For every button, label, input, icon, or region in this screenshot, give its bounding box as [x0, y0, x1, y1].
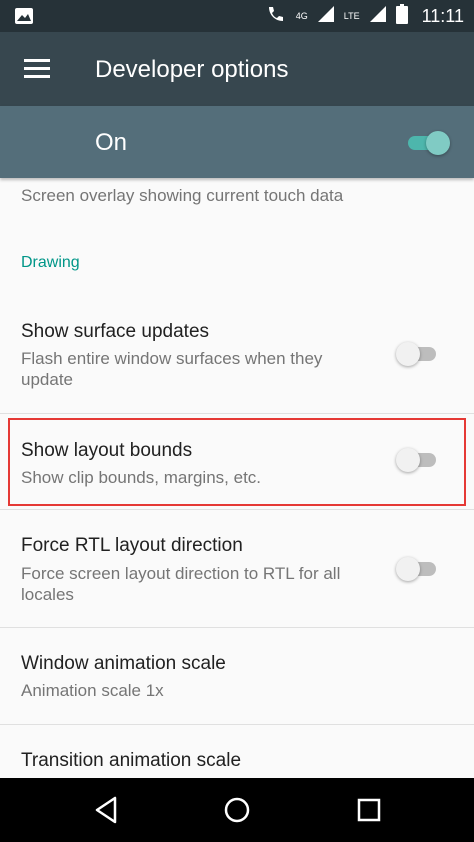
list-item-title: Force RTL layout direction [21, 535, 243, 556]
image-icon [14, 7, 34, 30]
list-item-title: Window animation scale [21, 653, 226, 674]
status-bar: 4G LTE 11:11 [0, 0, 474, 32]
section-header-drawing: Drawing [21, 254, 80, 271]
toggle-switch[interactable] [396, 448, 440, 472]
master-switch-label: On [95, 129, 128, 156]
toolbar: Developer options [0, 32, 474, 106]
hamburger-menu-icon[interactable] [24, 59, 50, 79]
signal-icon [316, 4, 336, 29]
recents-icon[interactable] [353, 794, 385, 826]
list-item-summary: Flash entire window surfaces when they u… [21, 349, 323, 389]
list-item-show-surface-updates[interactable]: Show surface updates Flash entire window… [0, 298, 474, 414]
list-item-title: Show layout bounds [21, 440, 193, 461]
status-icons: 4G LTE 11:11 [266, 0, 464, 32]
clock: 11:11 [421, 5, 464, 26]
switch-thumb [396, 448, 420, 472]
list-item-window-animation-scale[interactable]: Window animation scale Animation scale 1… [0, 628, 474, 725]
toggle-switch[interactable] [396, 557, 440, 581]
list-item-title: Transition animation scale [21, 750, 242, 771]
list-item-summary: Screen overlay showing current touch dat… [21, 186, 344, 205]
switch-thumb [426, 131, 450, 155]
list-item-transition-animation-scale[interactable]: Transition animation scale [0, 725, 474, 778]
navigation-bar [0, 778, 474, 842]
list-item-summary: Force screen layout direction to RTL for… [21, 564, 341, 604]
list-item-summary: Animation scale 1x [21, 681, 164, 700]
master-switch-bar[interactable]: On [0, 106, 474, 178]
back-icon[interactable] [91, 794, 123, 826]
switch-thumb [396, 342, 420, 366]
home-icon[interactable] [221, 794, 253, 826]
toggle-switch[interactable] [396, 342, 440, 366]
master-switch-toggle[interactable] [406, 131, 450, 155]
settings-list[interactable]: Screen overlay showing current touch dat… [0, 178, 474, 778]
signal-icon [368, 4, 388, 29]
list-item-show-layout-bounds[interactable]: Show layout bounds Show clip bounds, mar… [0, 414, 474, 510]
switch-thumb [396, 557, 420, 581]
battery-icon [395, 3, 408, 29]
list-item-title: Show surface updates [21, 321, 210, 342]
list-item-pointer-location[interactable]: Screen overlay showing current touch dat… [0, 178, 474, 214]
list-item-summary: Show clip bounds, margins, etc. [21, 468, 262, 487]
lte-badge: LTE [343, 11, 360, 21]
wifi-call-icon [266, 4, 288, 29]
network-badge: 4G [295, 11, 308, 21]
list-item-force-rtl[interactable]: Force RTL layout direction Force screen … [0, 510, 474, 628]
page-title: Developer options [95, 56, 289, 83]
